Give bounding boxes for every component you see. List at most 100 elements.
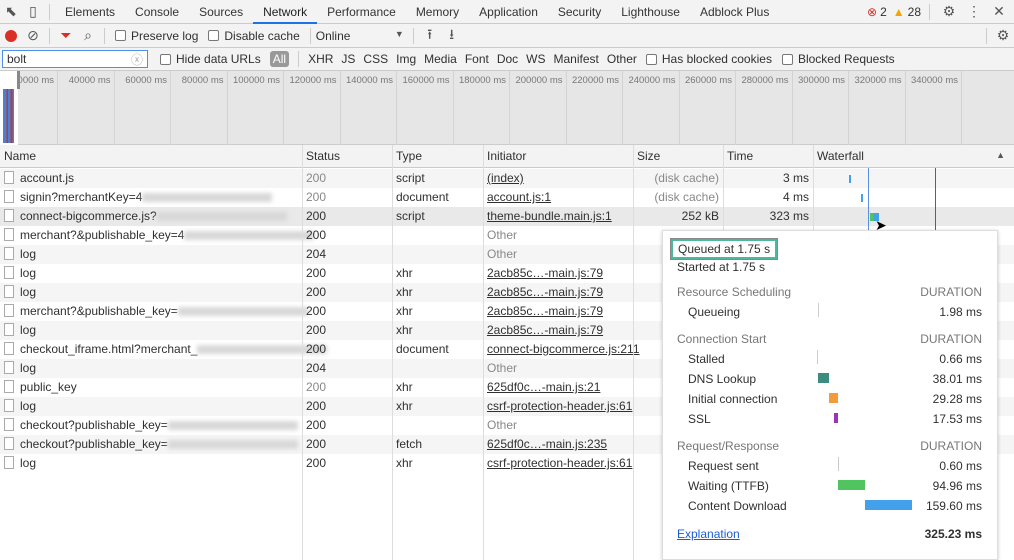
column-header-waterfall[interactable]: Waterfall (813, 145, 1014, 168)
timing-section-title: Request/Response (677, 439, 780, 453)
file-icon (4, 437, 14, 450)
tab-sources[interactable]: Sources (189, 0, 253, 24)
request-initiator[interactable]: connect-bigcommerce.js:211 (483, 340, 640, 359)
request-name: merchant?&publishable_key=4 (20, 228, 185, 242)
tab-application[interactable]: Application (469, 0, 548, 24)
request-name: public_key (20, 380, 77, 394)
column-header-status[interactable]: Status (302, 145, 392, 168)
warning-icon[interactable]: ▲ (893, 5, 905, 19)
duration-header: DURATION (920, 332, 982, 346)
filter-type-other[interactable]: Other (607, 52, 637, 66)
filter-type-all[interactable]: All (269, 51, 290, 67)
column-divider[interactable] (392, 145, 393, 560)
sort-ascending-icon[interactable]: ▲ (996, 150, 1005, 160)
column-divider[interactable] (633, 145, 634, 560)
disable-cache-checkbox[interactable]: Disable cache (208, 29, 300, 43)
preserve-log-label: Preserve log (131, 28, 199, 43)
import-har-icon[interactable]: ⭱ (419, 25, 441, 47)
file-icon (4, 190, 14, 203)
clear-filter-icon[interactable]: ⓧ (131, 51, 143, 68)
tab-adblock-plus[interactable]: Adblock Plus (690, 0, 779, 24)
more-options-icon[interactable]: ⋮ (963, 1, 985, 23)
close-icon[interactable]: ✕ (988, 1, 1010, 23)
request-initiator[interactable]: account.js:1 (483, 188, 633, 207)
network-settings-gear-icon[interactable]: ⚙ (992, 25, 1014, 47)
redacted-text (156, 212, 287, 222)
column-header-type[interactable]: Type (392, 145, 483, 168)
request-name: signin?merchantKey=4 (20, 190, 143, 204)
search-icon[interactable]: ⌕ (77, 25, 99, 47)
chevron-down-icon: ▼ (394, 28, 404, 39)
table-header: Name Status Type Initiator Size Time Waterfall… (0, 145, 1014, 168)
request-name: checkout?publishable_key= (20, 418, 168, 432)
request-type: fetch (396, 437, 423, 451)
clear-icon[interactable]: ⊘ (22, 25, 44, 47)
timing-phase-bar (838, 457, 839, 471)
preserve-log-checkbox[interactable]: Preserve log (115, 29, 198, 43)
column-divider[interactable] (302, 145, 303, 560)
warning-count[interactable]: 28 (908, 5, 921, 19)
timing-phase-bar (817, 350, 818, 364)
waterfall-dom-line (868, 168, 869, 230)
request-type: script (396, 209, 425, 223)
device-toolbar-icon[interactable]: ▯ (22, 1, 44, 23)
timing-phase-label: Waiting (TTFB) (688, 479, 769, 493)
request-initiator[interactable]: (index) (483, 169, 633, 188)
request-size: (disk cache) (654, 171, 719, 185)
column-header-initiator[interactable]: Initiator (483, 145, 633, 168)
filter-type-manifest[interactable]: Manifest (554, 52, 599, 66)
tab-security[interactable]: Security (548, 0, 611, 24)
explanation-link[interactable]: Explanation (677, 527, 740, 541)
request-name: checkout_iframe.html?merchant_ (20, 342, 198, 356)
filter-type-media[interactable]: Media (424, 52, 457, 66)
tab-elements[interactable]: Elements (55, 0, 125, 24)
overview-tick-label: 280000 ms (741, 75, 789, 86)
blocked-requests-checkbox[interactable]: Blocked Requests (781, 52, 895, 66)
timing-phase-label: Content Download (688, 499, 787, 513)
column-header-name[interactable]: Name (0, 145, 302, 168)
request-type: document (396, 190, 449, 204)
export-har-icon[interactable]: ⭳ (441, 25, 463, 47)
error-icon[interactable]: ⊗ (867, 5, 877, 19)
filter-type-js[interactable]: JS (341, 52, 355, 66)
request-time: 323 ms (769, 209, 809, 223)
tab-console[interactable]: Console (125, 0, 189, 24)
has-blocked-cookies-checkbox[interactable]: Has blocked cookies (645, 52, 772, 66)
filter-type-doc[interactable]: Doc (497, 52, 518, 66)
request-initiator[interactable]: 2acb85c…-main.js:79 (483, 321, 633, 340)
request-initiator[interactable]: 2acb85c…-main.js:79 (483, 283, 633, 302)
filter-type-font[interactable]: Font (465, 52, 489, 66)
column-header-time[interactable]: Time (723, 145, 813, 168)
request-initiator[interactable]: theme-bundle.main.js:1 (483, 207, 633, 226)
timing-tooltip: Queued at 1.75 s Started at 1.75 s Resou… (662, 230, 998, 560)
filter-type-css[interactable]: CSS (363, 52, 388, 66)
request-initiator[interactable]: 2acb85c…-main.js:79 (483, 264, 633, 283)
inspect-element-icon[interactable]: ⬉ (0, 1, 22, 23)
tab-lighthouse[interactable]: Lighthouse (611, 0, 690, 24)
filter-type-xhr[interactable]: XHR (308, 52, 333, 66)
request-initiator[interactable]: csrf-protection-header.js:61 (483, 454, 633, 473)
hide-data-urls-checkbox[interactable]: Hide data URLs (160, 52, 261, 66)
tab-network[interactable]: Network (253, 0, 318, 24)
filter-input[interactable]: bolt ⓧ (2, 50, 148, 68)
filter-type-ws[interactable]: WS (526, 52, 545, 66)
settings-gear-icon[interactable]: ⚙ (938, 1, 960, 23)
overview-handle[interactable] (17, 71, 20, 89)
table-row[interactable]: account.js 200 script (index) (disk cach… (0, 169, 1014, 188)
table-row[interactable]: connect-bigcommerce.js? 200 script theme… (0, 207, 1014, 226)
tab-memory[interactable]: Memory (406, 0, 469, 24)
column-divider[interactable] (483, 145, 484, 560)
error-count[interactable]: 2 (880, 5, 887, 19)
redacted-text (177, 307, 308, 317)
request-initiator[interactable]: csrf-protection-header.js:61 (483, 397, 633, 416)
request-initiator[interactable]: 625df0c…-main.js:235 (483, 435, 633, 454)
column-header-size[interactable]: Size (633, 145, 723, 168)
throttling-select[interactable]: Online ▼ (316, 29, 404, 43)
tab-performance[interactable]: Performance (317, 0, 406, 24)
request-initiator[interactable]: 2acb85c…-main.js:79 (483, 302, 633, 321)
filter-icon[interactable]: ⏷ (55, 25, 77, 47)
filter-type-img[interactable]: Img (396, 52, 416, 66)
record-icon[interactable] (0, 25, 22, 47)
timeline-overview[interactable]: 20000 ms 40000 ms 60000 ms 80000 ms 100000 m… (0, 71, 1014, 145)
request-initiator[interactable]: 625df0c…-main.js:21 (483, 378, 633, 397)
